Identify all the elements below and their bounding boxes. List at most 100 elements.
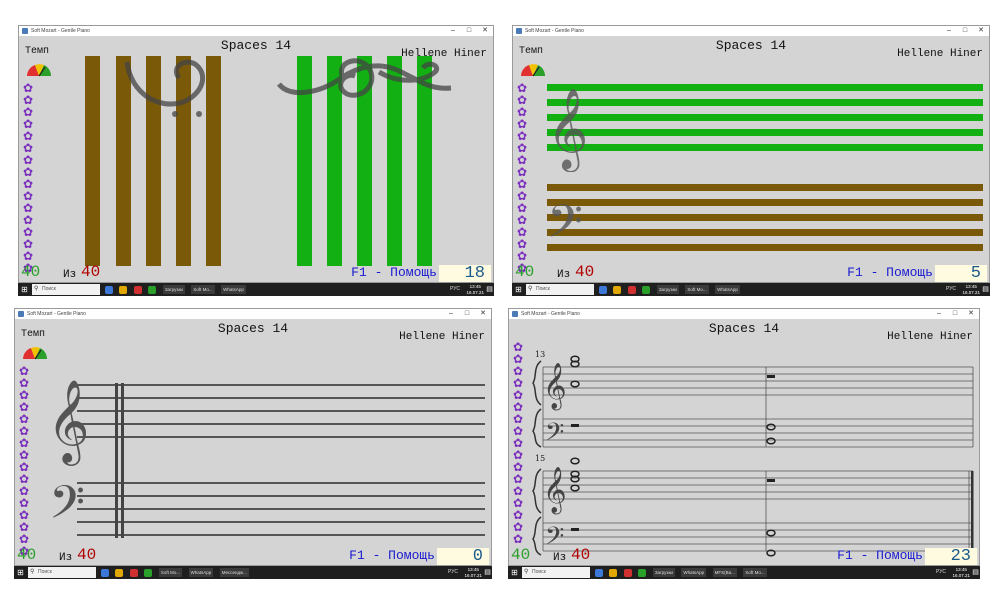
window-titlebar[interactable]: Soft Mozart - Gentle Piano – □ ✕	[15, 309, 491, 319]
taskbar-app[interactable]: MFS(Ва...	[712, 568, 737, 577]
total-number: 40	[571, 546, 591, 564]
windows-start-icon[interactable]: ⊞	[514, 285, 523, 294]
taskbar-app[interactable]: Soft Mo...	[685, 285, 709, 294]
app-icon	[22, 28, 28, 34]
taskbar-pin-icon[interactable]	[119, 285, 128, 294]
help-link[interactable]: F1 - Помощь	[837, 548, 923, 563]
minimize-icon[interactable]: –	[941, 26, 957, 36]
maximize-icon[interactable]: □	[461, 26, 477, 36]
brace-icon	[532, 360, 542, 406]
search-input[interactable]: ⚲ Поиск	[522, 567, 590, 578]
taskbar-app[interactable]: Загрузки	[656, 285, 679, 294]
minimize-icon[interactable]: –	[445, 26, 461, 36]
taskbar-app[interactable]: Мессендж...	[219, 568, 249, 577]
maximize-icon[interactable]: □	[957, 26, 973, 36]
current-number: 40	[515, 263, 535, 281]
tray-lang[interactable]: РУС	[946, 284, 956, 295]
taskbar-pin-icon[interactable]	[595, 568, 603, 577]
notification-icon[interactable]: ▤	[486, 285, 493, 294]
search-input[interactable]: ⚲ Поиск	[526, 284, 594, 295]
tempo-gauge-icon[interactable]	[21, 343, 49, 361]
taskbar-pin-icon[interactable]	[105, 285, 113, 294]
minimize-icon[interactable]: –	[931, 309, 947, 319]
taskbar-app[interactable]: Soft Mo...	[743, 568, 767, 577]
total-number: 40	[77, 546, 97, 564]
treble-clef-icon: 𝄞	[547, 87, 588, 172]
taskbar-app[interactable]: Soft Mo...	[158, 568, 183, 577]
notification-icon[interactable]: ▤	[484, 568, 491, 577]
grand-staff: 𝄞 𝄢	[47, 378, 485, 541]
window-titlebar[interactable]: Soft Mozart - Gentle Piano – □ ✕	[509, 309, 979, 319]
taskbar-pin-icon[interactable]	[609, 568, 618, 577]
taskbar-pin-icon[interactable]	[599, 285, 607, 294]
tempo-gauge-icon[interactable]	[25, 60, 53, 78]
window-titlebar[interactable]: Soft Mozart - Gentle Piano – □ ✕	[19, 26, 493, 36]
taskbar-pin-icon[interactable]	[623, 568, 632, 577]
search-input[interactable]: ⚲ Поиск	[32, 284, 100, 295]
maximize-icon[interactable]: □	[459, 309, 475, 319]
taskbar-app[interactable]: WhatsApp	[715, 285, 740, 294]
taskbar-pin-icon[interactable]	[613, 285, 622, 294]
taskbar-clock[interactable]: 13:45 16.07.21	[464, 567, 482, 578]
search-input[interactable]: ⚲ Поиск	[28, 567, 96, 578]
rest-icon	[571, 424, 579, 427]
taskbar-clock[interactable]: 13:45 16.07.21	[962, 284, 980, 295]
treble-staff-lines	[77, 384, 485, 438]
counter-box: 0	[437, 548, 489, 565]
taskbar-pin-icon[interactable]	[101, 568, 109, 577]
bar-line	[115, 383, 118, 538]
taskbar-app[interactable]: Загрузки	[162, 285, 185, 294]
windows-start-icon[interactable]: ⊞	[20, 285, 29, 294]
taskbar-pin-icon[interactable]	[642, 285, 651, 294]
status-bar: 40 Из 40 F1 - Помощь 5	[513, 263, 989, 282]
of-label: Из	[557, 269, 571, 281]
brace-icon	[532, 468, 542, 514]
flower-column: ✿ ✿ ✿ ✿ ✿ ✿ ✿ ✿ ✿ ✿ ✿ ✿ ✿ ✿ ✿ ✿ ✿	[511, 341, 525, 545]
treble-bars	[547, 84, 983, 151]
taskbar-app[interactable]: WhatsApp	[681, 568, 707, 577]
help-link[interactable]: F1 - Помощь	[349, 548, 435, 563]
tray-lang[interactable]: РУС	[448, 567, 458, 578]
bass-bar	[116, 56, 131, 266]
help-link[interactable]: F1 - Помощь	[351, 265, 437, 280]
taskbar-app[interactable]: WhatsApp	[188, 568, 214, 577]
taskbar-pin-icon[interactable]	[627, 285, 636, 294]
taskbar-pin-icon[interactable]	[133, 285, 142, 294]
treble-clef-icon: 𝄞	[543, 467, 567, 515]
taskbar-app[interactable]: WhatsApp	[221, 285, 246, 294]
taskbar-pin-icon[interactable]	[129, 568, 138, 577]
taskbar-clock[interactable]: 13:45 16.07.21	[466, 284, 484, 295]
notification-icon[interactable]: ▤	[972, 568, 979, 577]
taskbar-pin-icon[interactable]	[115, 568, 124, 577]
taskbar-pin-icon[interactable]	[148, 285, 157, 294]
taskbar-1: ⊞ ⚲ Поиск Загрузки Soft Mo... WhatsApp РУ…	[18, 283, 494, 296]
taskbar-pin-icon[interactable]	[144, 568, 153, 577]
status-bar: 40 Из 40 F1 - Помощь 23	[509, 546, 979, 565]
window-titlebar[interactable]: Soft Mozart - Gentle Piano – □ ✕	[513, 26, 989, 36]
bass-clef-icon: 𝄢	[545, 418, 564, 453]
help-link[interactable]: F1 - Помощь	[847, 265, 933, 280]
bass-bar	[146, 56, 161, 266]
tray-lang[interactable]: РУС	[936, 567, 946, 578]
bass-clef-rotated-icon	[124, 59, 206, 117]
close-icon[interactable]: ✕	[973, 26, 989, 36]
taskbar-clock[interactable]: 13:45 16.07.21	[952, 567, 970, 578]
windows-start-icon[interactable]: ⊞	[510, 568, 519, 577]
notification-icon[interactable]: ▤	[982, 285, 989, 294]
close-icon[interactable]: ✕	[477, 26, 493, 36]
minimize-icon[interactable]: –	[443, 309, 459, 319]
measure-number: 15	[535, 454, 545, 463]
window-title: Soft Mozart - Gentle Piano	[27, 311, 86, 317]
close-icon[interactable]: ✕	[963, 309, 979, 319]
tray-lang[interactable]: РУС	[450, 284, 460, 295]
maximize-icon[interactable]: □	[947, 309, 963, 319]
app-window-2: Soft Mozart - Gentle Piano – □ ✕ Spaces …	[512, 25, 990, 283]
tempo-gauge-icon[interactable]	[519, 60, 547, 78]
status-bar: 40 Из 40 F1 - Помощь 0	[15, 546, 491, 565]
windows-start-icon[interactable]: ⊞	[16, 568, 25, 577]
current-number: 40	[511, 546, 531, 564]
taskbar-pin-icon[interactable]	[638, 568, 647, 577]
taskbar-app[interactable]: Загрузки	[652, 568, 675, 577]
taskbar-app[interactable]: Soft Mo...	[191, 285, 215, 294]
close-icon[interactable]: ✕	[475, 309, 491, 319]
